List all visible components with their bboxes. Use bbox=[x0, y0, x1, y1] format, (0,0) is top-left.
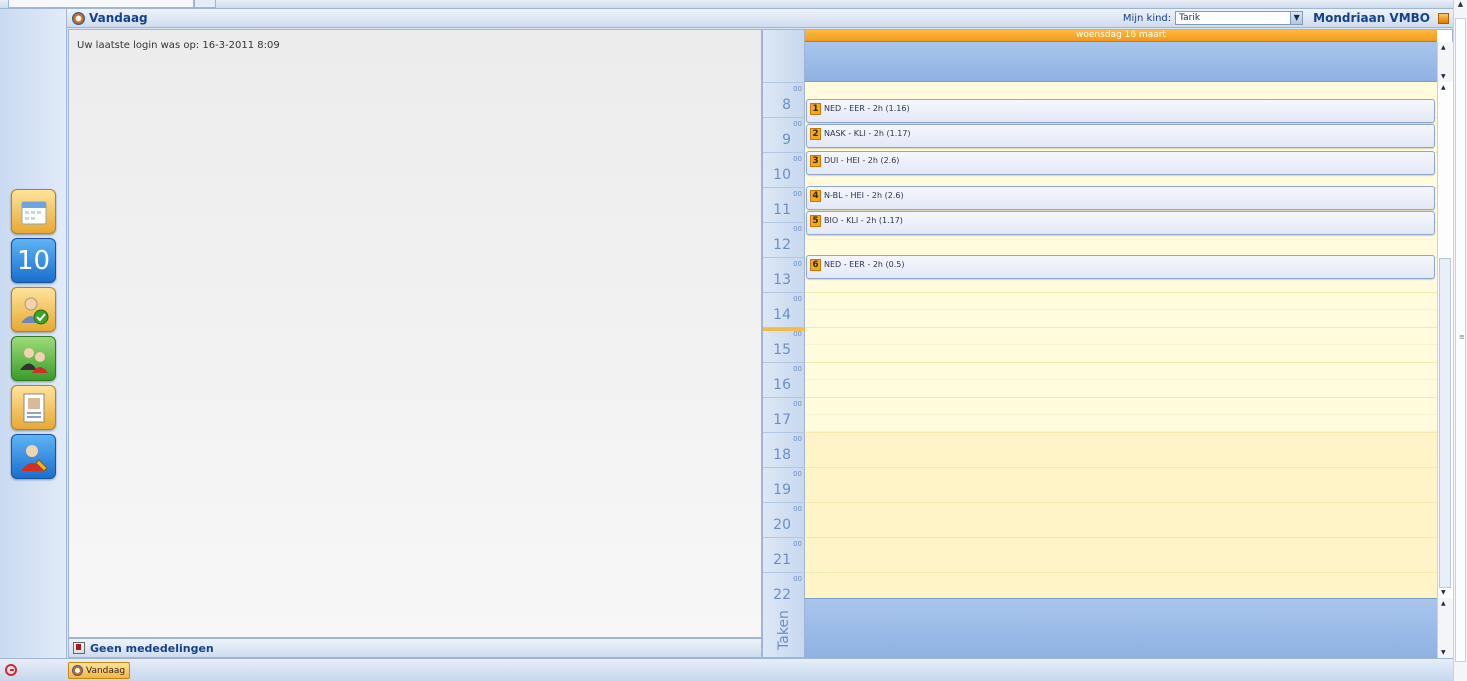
hour-label: 17 00 bbox=[763, 397, 805, 432]
lesson-number-badge: 3 bbox=[810, 155, 821, 167]
taskbar-vandaag-button[interactable]: Vandaag bbox=[68, 662, 130, 679]
people-group-icon bbox=[19, 347, 48, 373]
lesson-text: NED - EER - 2h (1.16) bbox=[824, 104, 910, 113]
sidebar-grades-button[interactable]: 10 bbox=[11, 238, 56, 283]
scroll-up-icon[interactable]: ▲ bbox=[1441, 84, 1446, 91]
header-right: Mijn kind: Tarik ▼ Mondriaan VMBO bbox=[1123, 11, 1453, 25]
all-day-scrollbar[interactable]: ▲ ▼ bbox=[1437, 42, 1453, 82]
lesson-text: DUI - HEI - 2h (2.6) bbox=[824, 156, 900, 165]
lesson-event[interactable]: 6 NED - EER - 2h (0.5) bbox=[806, 255, 1435, 279]
header-bar: Vandaag Mijn kind: Tarik ▼ Mondriaan VMB… bbox=[67, 9, 1453, 28]
lesson-number-badge: 6 bbox=[810, 259, 821, 271]
last-login-message: Uw laatste login was op: 16-3-2011 8:09 bbox=[77, 40, 280, 51]
hour-label: 15 00 bbox=[763, 327, 805, 362]
sidebar-calendar-button[interactable] bbox=[11, 189, 56, 234]
browser-tab[interactable] bbox=[8, 0, 194, 8]
hour-label: 19 00 bbox=[763, 467, 805, 502]
kid-select-value: Tarik bbox=[1179, 13, 1201, 23]
hour-label: 18 00 bbox=[763, 432, 805, 467]
scroll-up-icon[interactable]: ▲ bbox=[1441, 600, 1446, 607]
hour-label: 8 00 bbox=[763, 82, 805, 117]
mededelingen-bar[interactable]: Geen mededelingen bbox=[68, 638, 762, 658]
taken-label: Taken bbox=[776, 610, 792, 650]
time-grid-scrollbar[interactable]: ▲ ▼ bbox=[1437, 82, 1453, 598]
all-day-area[interactable] bbox=[805, 42, 1437, 82]
hour-label: 21 00 bbox=[763, 537, 805, 572]
time-column: 8 00 9 00 10 00 11 00 12 00 13 00 14 00 15 00 16… bbox=[763, 30, 805, 657]
tasks-scrollbar[interactable]: ▲ ▼ bbox=[1437, 598, 1453, 658]
page-title: Vandaag bbox=[89, 11, 148, 25]
hour-label: 11 00 bbox=[763, 187, 805, 222]
time-grid[interactable]: 1 NED - EER - 2h (1.16) 2 NASK - KLI - 2… bbox=[805, 82, 1437, 598]
lesson-number-badge: 2 bbox=[810, 128, 821, 140]
announcement-icon bbox=[73, 642, 85, 654]
sidebar-student-button[interactable] bbox=[11, 434, 56, 479]
lesson-event[interactable]: 2 NASK - KLI - 2h (1.17) bbox=[806, 124, 1435, 148]
lesson-number-badge: 1 bbox=[810, 103, 821, 115]
calendar-icon bbox=[21, 201, 46, 224]
lesson-number-badge: 4 bbox=[810, 190, 821, 202]
sidebar-idcard-button[interactable] bbox=[11, 385, 56, 430]
lesson-event[interactable]: 4 N-BL - HEI - 2h (2.6) bbox=[806, 186, 1435, 210]
mededelingen-label: Geen mededelingen bbox=[90, 641, 214, 655]
scroll-thumb[interactable] bbox=[1439, 258, 1451, 588]
kid-select-label: Mijn kind: bbox=[1122, 12, 1172, 24]
power-icon[interactable] bbox=[5, 664, 17, 676]
hour-label: 14 00 bbox=[763, 292, 805, 327]
id-card-icon bbox=[23, 393, 44, 422]
hour-label: 22 00 bbox=[763, 572, 805, 607]
hour-label: 10 00 bbox=[763, 152, 805, 187]
lesson-event[interactable]: 5 BIO - KLI - 2h (1.17) bbox=[806, 211, 1435, 235]
taskbar: Vandaag bbox=[0, 658, 1453, 681]
attendance-check-icon bbox=[20, 297, 48, 324]
hour-label: 12 00 bbox=[763, 222, 805, 257]
scroll-down-icon[interactable]: ▼ bbox=[1441, 73, 1446, 80]
chevron-down-icon[interactable]: ▼ bbox=[1290, 12, 1303, 24]
scroll-up-icon[interactable]: ▲ bbox=[1454, 0, 1467, 14]
top-tab-strip bbox=[0, 0, 1467, 9]
scroll-down-icon[interactable]: ▼ bbox=[1441, 589, 1446, 596]
scroll-up-icon[interactable]: ▲ bbox=[1441, 44, 1446, 51]
new-tab-button[interactable] bbox=[194, 0, 216, 8]
hour-label: 20 00 bbox=[763, 502, 805, 537]
grip-icon: ≡ bbox=[1459, 333, 1465, 341]
grades-icon: 10 bbox=[16, 245, 51, 276]
sidebar: 10 bbox=[0, 9, 67, 658]
school-name: Mondriaan VMBO bbox=[1313, 11, 1430, 25]
hour-label: 16 00 bbox=[763, 362, 805, 397]
current-time-marker bbox=[763, 328, 805, 331]
tasks-area[interactable] bbox=[805, 598, 1437, 658]
day-calendar: 8 00 9 00 10 00 11 00 12 00 13 00 14 00 15 00 16… bbox=[762, 29, 1453, 658]
lesson-text: NASK - KLI - 2h (1.17) bbox=[824, 129, 911, 138]
login-panel: Uw laatste login was op: 16-3-2011 8:09 bbox=[68, 29, 762, 638]
hour-label: 13 00 bbox=[763, 257, 805, 292]
kid-select[interactable]: Tarik ▼ bbox=[1175, 11, 1304, 25]
scroll-down-icon[interactable]: ▼ bbox=[1441, 649, 1446, 656]
lesson-event[interactable]: 3 DUI - HEI - 2h (2.6) bbox=[806, 151, 1435, 175]
page-scrollbar[interactable]: ▲ ≡ bbox=[1453, 0, 1467, 681]
lesson-event[interactable]: 1 NED - EER - 2h (1.16) bbox=[806, 99, 1435, 123]
taskbar-button-label: Vandaag bbox=[86, 665, 126, 676]
lesson-text: NED - EER - 2h (0.5) bbox=[824, 260, 905, 269]
lesson-number-badge: 5 bbox=[810, 215, 821, 227]
today-icon bbox=[72, 665, 83, 676]
student-profile-icon bbox=[20, 444, 48, 472]
hour-label: 9 00 bbox=[763, 117, 805, 152]
sidebar-attendance-button[interactable] bbox=[11, 287, 56, 332]
today-icon bbox=[72, 11, 85, 25]
lesson-text: BIO - KLI - 2h (1.17) bbox=[824, 216, 903, 225]
lesson-text: N-BL - HEI - 2h (2.6) bbox=[824, 191, 904, 200]
day-header[interactable]: woensdag 16 maart bbox=[805, 30, 1437, 42]
sidebar-people-button[interactable] bbox=[11, 336, 56, 381]
school-switch-icon[interactable] bbox=[1438, 12, 1449, 24]
